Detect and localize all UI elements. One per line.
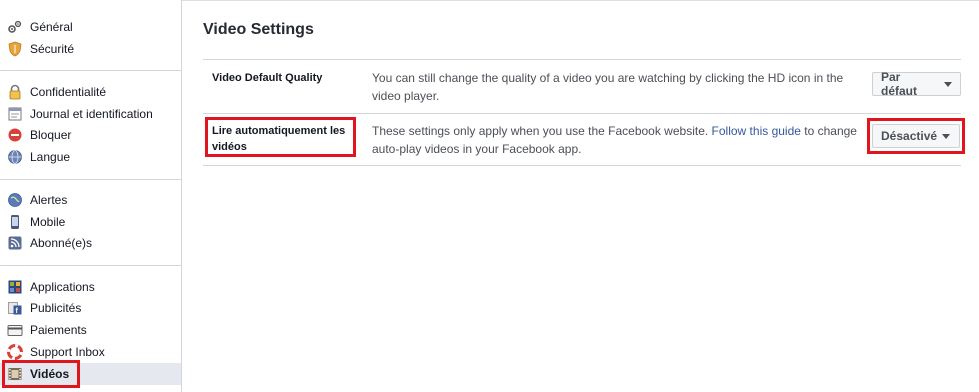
- mobile-icon: [11, 215, 19, 229]
- sidebar-item-language[interactable]: Langue: [0, 146, 181, 168]
- sidebar-item-label: Général: [30, 20, 73, 34]
- sidebar-item-timeline[interactable]: Journal et identification: [0, 103, 181, 125]
- sidebar-item-label: Sécurité: [30, 42, 75, 56]
- table-divider: [203, 59, 961, 60]
- sidebar-item-label: Journal et identification: [30, 107, 153, 121]
- table-divider: [203, 113, 961, 114]
- sidebar-item-label: Paiements: [30, 323, 87, 337]
- sidebar-item-label: Langue: [30, 150, 71, 164]
- sidebar-divider: [0, 70, 181, 71]
- lifebuoy-icon: [7, 344, 23, 360]
- sidebar-divider: [0, 265, 181, 266]
- highlight-box-autoplay-dropdown: [867, 118, 965, 154]
- sidebar-item-label: Publicités: [30, 301, 82, 315]
- page-title: Video Settings: [203, 21, 314, 38]
- sidebar-divider: [0, 179, 181, 180]
- chevron-down-icon: [944, 82, 952, 87]
- notification-globe-icon: [8, 193, 22, 207]
- globe-icon: [8, 150, 22, 164]
- lock-icon: [9, 84, 21, 100]
- ads-icon: f: [8, 302, 22, 315]
- description-text: These settings only apply when you use t…: [372, 124, 712, 138]
- shield-icon: [8, 41, 22, 57]
- follow-guide-link[interactable]: Follow this guide: [712, 124, 801, 138]
- gears-icon: [8, 20, 22, 33]
- sidebar-item-ads[interactable]: f Publicités: [0, 297, 181, 319]
- sidebar-item-mobile[interactable]: Mobile: [0, 211, 181, 233]
- sidebar-item-followers[interactable]: Abonné(e)s: [0, 232, 181, 254]
- table-divider: [203, 165, 961, 166]
- sidebar-item-payments[interactable]: Paiements: [0, 319, 181, 341]
- block-icon: [8, 128, 22, 142]
- rss-icon: [8, 236, 22, 250]
- sidebar-item-label: Applications: [30, 280, 95, 294]
- video-quality-dropdown[interactable]: Par défaut: [872, 70, 961, 98]
- card-icon: [7, 325, 23, 336]
- apps-icon: [8, 280, 22, 294]
- setting-description-video-quality: You can still change the quality of a vi…: [372, 71, 844, 103]
- sidebar-item-label: Bloquer: [30, 128, 72, 142]
- setting-description-autoplay: These settings only apply when you use t…: [372, 122, 862, 158]
- timeline-icon: [8, 107, 22, 121]
- sidebar-item-label: Confidentialité: [30, 85, 107, 99]
- sidebar-item-security[interactable]: Sécurité: [0, 38, 181, 60]
- settings-sidebar: Général Sécurité Confidentialité Journal…: [0, 0, 182, 392]
- sidebar-item-label: Mobile: [30, 215, 66, 229]
- sidebar-item-notifications[interactable]: Alertes: [0, 189, 181, 211]
- sidebar-item-blocking[interactable]: Bloquer: [0, 124, 181, 146]
- setting-label-video-quality: Video Default Quality: [212, 72, 323, 84]
- sidebar-item-apps[interactable]: Applications: [0, 276, 181, 298]
- video-quality-dropdown-value: Par défaut: [881, 70, 917, 98]
- sidebar-item-label: Alertes: [30, 193, 68, 207]
- sidebar-item-label: Abonné(e)s: [30, 236, 93, 250]
- sidebar-item-privacy[interactable]: Confidentialité: [0, 81, 181, 103]
- sidebar-item-label: Support Inbox: [30, 345, 105, 359]
- highlight-box-autoplay-label: [205, 117, 356, 157]
- sidebar-item-general[interactable]: Général: [0, 16, 181, 38]
- highlight-box-videos: [2, 360, 80, 388]
